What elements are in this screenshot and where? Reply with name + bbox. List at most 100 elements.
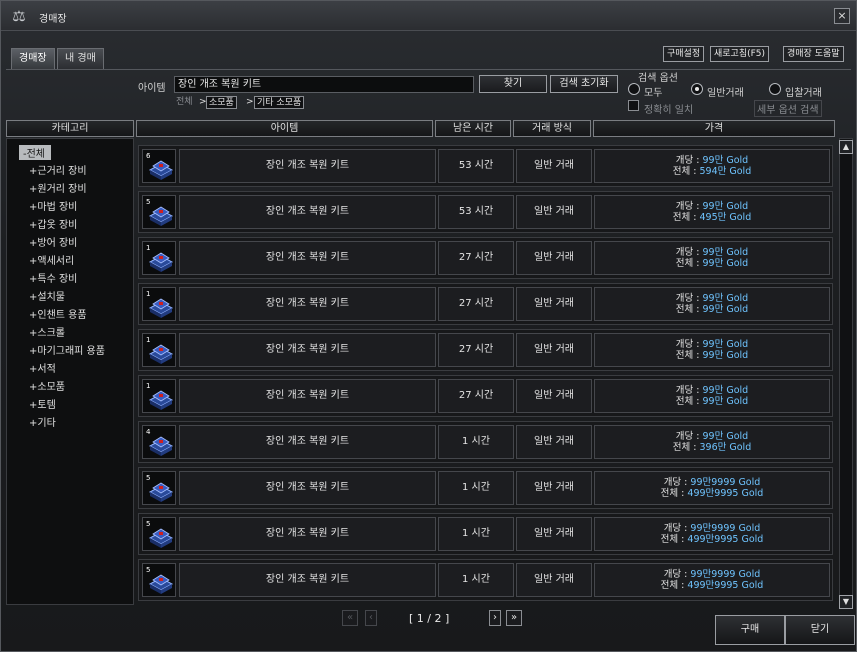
total-price-line: 전체 : 499만9995 Gold <box>595 488 829 499</box>
unit-price-label: 개당 : <box>675 201 703 212</box>
listing-row[interactable]: 1 장인 개조 복원 키트 27 시간 일반 거래 개당 : 99만 Gold … <box>138 237 833 279</box>
breadcrumb-other-consumables[interactable]: 기타 소모품 <box>254 96 305 109</box>
close-icon[interactable]: × <box>834 8 850 24</box>
unit-price: 99만 Gold <box>702 201 749 212</box>
first-page-icon[interactable]: « <box>342 610 358 626</box>
total-price-label: 전체 : <box>675 304 703 315</box>
category-item[interactable]: +원거리 장비 <box>29 180 87 195</box>
total-price-line: 전체 : 594만 Gold <box>595 166 829 177</box>
purchase-settings-button[interactable]: 구매설정 <box>663 46 705 62</box>
tab-my-auction[interactable]: 내 경매 <box>57 48 104 70</box>
category-item[interactable]: +토템 <box>29 396 56 411</box>
listing-row[interactable]: 5 장인 개조 복원 키트 1 시간 일반 거래 개당 : 99만9999 Go… <box>138 559 833 601</box>
prev-page-icon[interactable]: ‹ <box>365 610 377 626</box>
trade-type: 일반 거래 <box>516 471 592 505</box>
time-left: 1 시간 <box>438 517 514 551</box>
help-button[interactable]: 경매장 도움말 <box>783 46 844 62</box>
tab-auction[interactable]: 경매장 <box>11 48 55 70</box>
category-item[interactable]: +스크롤 <box>29 324 65 339</box>
unit-price: 99만 Gold <box>702 155 749 166</box>
category-item[interactable]: +기타 <box>29 414 56 429</box>
column-time-left[interactable]: 남은 시간 <box>435 120 511 137</box>
price-cell: 개당 : 99만 Gold 전체 : 99만 Gold <box>594 333 830 367</box>
price-cell: 개당 : 99만9999 Gold 전체 : 499만9995 Gold <box>594 471 830 505</box>
listing-row[interactable]: 6 장인 개조 복원 키트 53 시간 일반 거래 개당 : 99만 Gold … <box>138 145 833 187</box>
listing-row[interactable]: 5 장인 개조 복원 키트 53 시간 일반 거래 개당 : 99만 Gold … <box>138 191 833 233</box>
breadcrumb-all[interactable]: 전체 <box>174 96 195 109</box>
unit-price-label: 개당 : <box>675 247 703 258</box>
item-slot: 1 <box>142 241 176 275</box>
category-item[interactable]: +갑옷 장비 <box>29 216 77 231</box>
repair-kit-icon <box>148 436 174 456</box>
exact-match-checkbox[interactable] <box>628 100 639 111</box>
category-item[interactable]: +마기그래피 용품 <box>29 342 105 357</box>
item-quantity: 1 <box>146 382 151 390</box>
total-price: 99만 Gold <box>702 396 749 407</box>
listing-row[interactable]: 1 장인 개조 복원 키트 27 시간 일반 거래 개당 : 99만 Gold … <box>138 283 833 325</box>
title-bar[interactable]: ⚖ 경매장 × <box>1 1 856 31</box>
buy-button[interactable]: 구매 <box>715 615 785 645</box>
trade-type: 일반 거래 <box>516 195 592 229</box>
breadcrumb-consumables[interactable]: 소모품 <box>206 96 237 109</box>
scroll-down-icon[interactable]: ▼ <box>839 595 853 609</box>
total-price-line: 전체 : 499만9995 Gold <box>595 580 829 591</box>
find-button[interactable]: 찾기 <box>479 75 547 93</box>
category-panel: -전체 +근거리 장비 +원거리 장비 +마법 장비 +갑옷 장비 +방어 장비… <box>6 138 134 605</box>
item-quantity: 6 <box>146 152 151 160</box>
category-item[interactable]: +방어 장비 <box>29 234 77 249</box>
scroll-up-icon[interactable]: ▲ <box>839 140 853 154</box>
unit-price: 99만 Gold <box>702 431 749 442</box>
listing-row[interactable]: 5 장인 개조 복원 키트 1 시간 일반 거래 개당 : 99만9999 Go… <box>138 513 833 555</box>
category-item[interactable]: +설치물 <box>29 288 65 303</box>
repair-kit-icon <box>148 344 174 364</box>
item-quantity: 1 <box>146 290 151 298</box>
item-quantity: 5 <box>146 198 151 206</box>
category-item[interactable]: +소모품 <box>29 378 65 393</box>
reset-search-button[interactable]: 검색 초기화 <box>550 75 618 93</box>
listing-row[interactable]: 1 장인 개조 복원 키트 27 시간 일반 거래 개당 : 99만 Gold … <box>138 375 833 417</box>
column-price[interactable]: 가격 <box>593 120 835 137</box>
total-price: 594만 Gold <box>699 166 752 177</box>
category-item[interactable]: -전체 <box>19 145 51 160</box>
column-item[interactable]: 아이템 <box>136 120 433 137</box>
repair-kit-icon <box>148 390 174 410</box>
item-quantity: 5 <box>146 474 151 482</box>
item-name: 장인 개조 복원 키트 <box>179 563 436 597</box>
refresh-button[interactable]: 새로고침(F5) <box>710 46 770 62</box>
last-page-icon[interactable]: » <box>506 610 522 626</box>
page-indicator: [ 1 / 2 ] <box>409 612 450 625</box>
radio-bid-trade[interactable] <box>769 83 781 95</box>
category-item[interactable]: +근거리 장비 <box>29 162 87 177</box>
total-price-line: 전체 : 396만 Gold <box>595 442 829 453</box>
trade-type: 일반 거래 <box>516 241 592 275</box>
total-price-line: 전체 : 499만9995 Gold <box>595 534 829 545</box>
tab-divider <box>6 69 851 70</box>
column-trade-type[interactable]: 거래 방식 <box>513 120 591 137</box>
category-item[interactable]: +마법 장비 <box>29 198 77 213</box>
auction-window: ⚖ 경매장 × 경매장 내 경매 구매설정 새로고침(F5) 경매장 도움말 아… <box>0 0 857 652</box>
next-page-icon[interactable]: › <box>489 610 501 626</box>
close-button[interactable]: 닫기 <box>785 615 855 645</box>
category-item[interactable]: +특수 장비 <box>29 270 77 285</box>
unit-price-label: 개당 : <box>675 385 703 396</box>
scrollbar-track[interactable] <box>839 138 853 608</box>
detail-search-button[interactable]: 세부 옵션 검색 <box>754 100 822 117</box>
category-item[interactable]: +인챈트 용품 <box>29 306 87 321</box>
category-item[interactable]: +액세서리 <box>29 252 74 267</box>
price-cell: 개당 : 99만 Gold 전체 : 594만 Gold <box>594 149 830 183</box>
time-left: 1 시간 <box>438 563 514 597</box>
listing-row[interactable]: 1 장인 개조 복원 키트 27 시간 일반 거래 개당 : 99만 Gold … <box>138 329 833 371</box>
listing-row[interactable]: 4 장인 개조 복원 키트 1 시간 일반 거래 개당 : 99만 Gold 전… <box>138 421 833 463</box>
search-input[interactable]: 장인 개조 복원 키트 <box>174 76 474 93</box>
time-left: 1 시간 <box>438 425 514 459</box>
listing-row[interactable]: 5 장인 개조 복원 키트 1 시간 일반 거래 개당 : 99만9999 Go… <box>138 467 833 509</box>
total-price-label: 전체 : <box>660 488 688 499</box>
radio-all[interactable] <box>628 83 640 95</box>
total-price: 99만 Gold <box>702 304 749 315</box>
trade-type: 일반 거래 <box>516 517 592 551</box>
item-search-label: 아이템 <box>138 83 166 94</box>
radio-normal-trade[interactable] <box>691 83 703 95</box>
trade-type: 일반 거래 <box>516 287 592 321</box>
category-item[interactable]: +서적 <box>29 360 56 375</box>
unit-price-line: 개당 : 99만 Gold <box>595 293 829 304</box>
